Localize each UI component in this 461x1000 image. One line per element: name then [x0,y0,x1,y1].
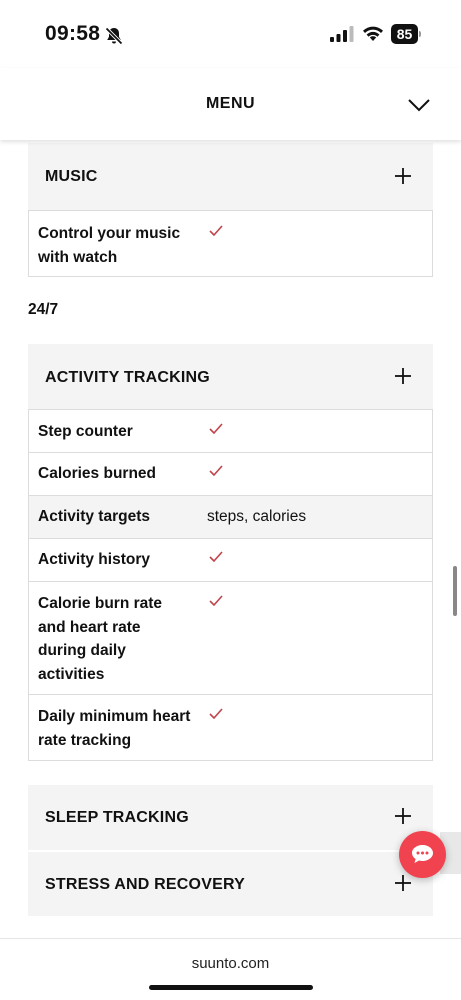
check-icon [209,595,223,606]
section-label: 24/7 [28,301,59,318]
battery-level: 85 [391,24,418,44]
status-time: 09:58 [45,22,101,45]
table-row: Activity history [29,538,432,581]
check-icon [209,225,223,236]
chat-bubble-icon [412,845,433,863]
row-label: Activity history [38,551,150,568]
music-table: Control your music with watch [28,210,433,277]
check-icon [209,423,223,434]
row-label: Step counter [38,423,133,440]
battery-tip [419,31,421,37]
accordion-title: ACTIVITY TRACKING [45,369,210,386]
accordion-stress-recovery[interactable]: STRESS AND RECOVERY [28,852,433,916]
row-label: Control your music with watch [38,225,181,266]
plus-icon[interactable] [395,168,411,184]
table-row: Control your music with watch [29,211,432,276]
menu-title: MENU [205,95,256,112]
home-indicator[interactable] [149,985,313,990]
plus-icon[interactable] [395,808,411,824]
row-label: Calorie burn rate and heart rate during … [38,595,163,683]
table-row: Activity targets steps, calories [29,495,432,538]
menu-header[interactable]: MENU [0,68,461,140]
check-icon [209,551,223,562]
accordion-title: MUSIC [45,168,98,185]
plus-icon[interactable] [395,875,411,891]
signal-icon [330,26,354,42]
bell-slash-icon [105,27,123,45]
table-row: Calorie burn rate and heart rate during … [29,581,432,694]
check-icon [209,465,223,476]
row-value: steps, calories [207,508,307,525]
accordion-title: SLEEP TRACKING [45,809,189,826]
plus-icon[interactable] [395,368,411,384]
row-label: Daily minimum heart rate tracking [38,708,191,749]
url-text[interactable]: suunto.com [0,955,461,972]
chevron-down-icon[interactable] [408,98,430,112]
wifi-icon [363,26,383,41]
url-bar[interactable]: suunto.com [0,938,461,1000]
battery-indicator: 85 [391,24,421,44]
status-bar: 09:58 85 [0,0,461,68]
accordion-title: STRESS AND RECOVERY [45,876,245,893]
scrollbar[interactable] [453,566,457,616]
activity-table: Step counter Calories burned Activity ta… [28,409,433,761]
table-row: Daily minimum heart rate tracking [29,694,432,760]
table-row: Step counter [29,410,432,452]
check-icon [209,708,223,719]
accordion-activity-tracking[interactable]: ACTIVITY TRACKING [28,344,433,410]
row-label: Calories burned [38,465,156,482]
table-row: Calories burned [29,452,432,495]
row-label: Activity targets [38,508,150,525]
chat-button[interactable] [399,831,446,878]
accordion-sleep-tracking[interactable]: SLEEP TRACKING [28,785,433,850]
accordion-music[interactable]: MUSIC [28,143,433,210]
